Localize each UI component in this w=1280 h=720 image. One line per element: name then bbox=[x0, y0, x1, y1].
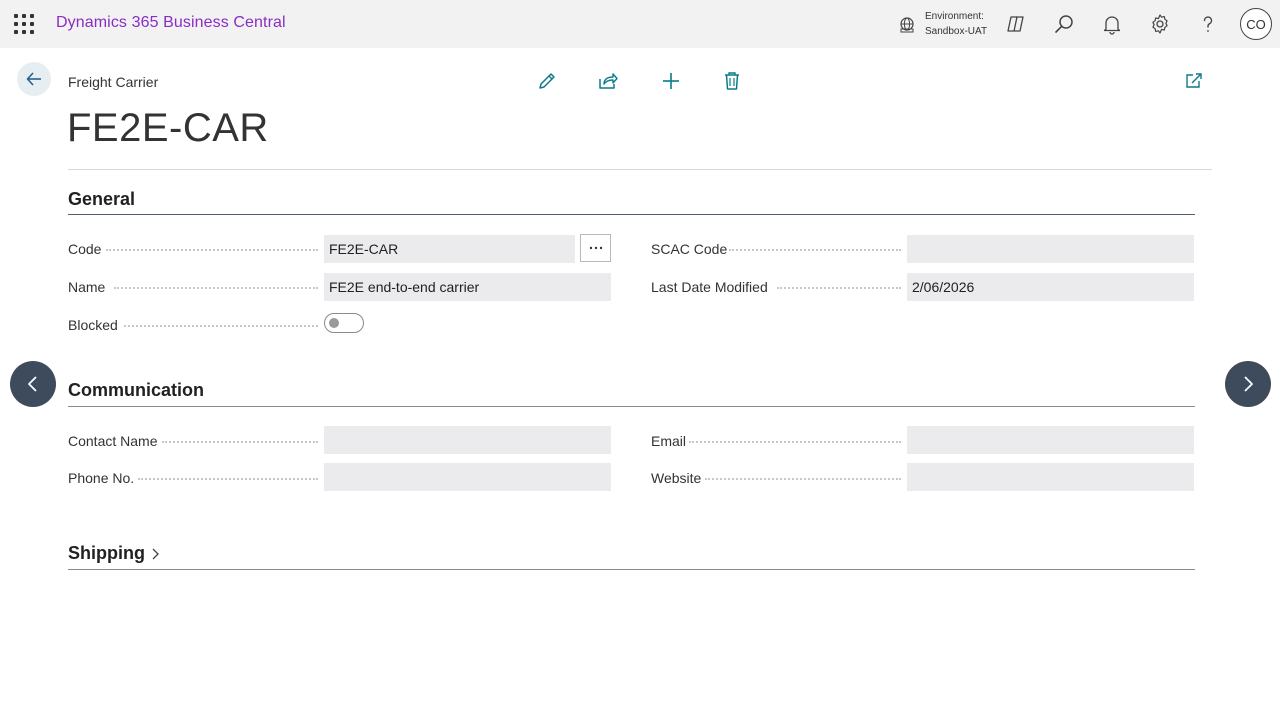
trash-icon[interactable] bbox=[721, 70, 743, 92]
website-label: Website bbox=[651, 470, 702, 486]
blocked-label: Blocked bbox=[68, 317, 118, 333]
bell-icon[interactable] bbox=[1100, 12, 1124, 36]
chevron-right-icon bbox=[1244, 376, 1253, 392]
more-icon bbox=[589, 246, 602, 250]
last-date-modified-label: Last Date Modified bbox=[651, 279, 768, 295]
next-record-button[interactable] bbox=[1225, 361, 1271, 407]
email-label: Email bbox=[651, 433, 687, 449]
section-communication-divider bbox=[68, 406, 1195, 407]
email-field[interactable] bbox=[907, 426, 1194, 454]
website-leader bbox=[705, 478, 901, 480]
phone-leader bbox=[138, 478, 318, 480]
environment-label: Environment: bbox=[925, 11, 984, 22]
code-lookup-button[interactable] bbox=[580, 234, 611, 262]
toggle-knob bbox=[329, 318, 339, 328]
chevron-right-icon bbox=[152, 548, 159, 560]
code-field[interactable]: FE2E-CAR bbox=[324, 235, 575, 263]
contact-name-field[interactable] bbox=[324, 426, 611, 454]
open-in-new-window-icon[interactable] bbox=[1183, 70, 1205, 92]
blocked-toggle[interactable] bbox=[324, 313, 364, 333]
back-button[interactable] bbox=[17, 62, 51, 96]
page-title: FE2E-CAR bbox=[67, 106, 269, 150]
chevron-left-icon bbox=[28, 376, 37, 392]
app-launcher-icon[interactable] bbox=[14, 14, 34, 34]
app-title[interactable]: Dynamics 365 Business Central bbox=[56, 14, 286, 32]
contact-name-leader bbox=[162, 441, 318, 443]
help-icon[interactable] bbox=[1196, 12, 1220, 36]
name-leader bbox=[114, 287, 318, 289]
name-label: Name bbox=[68, 279, 106, 295]
email-leader bbox=[689, 441, 901, 443]
last-date-modified-field[interactable]: 2/06/2026 bbox=[907, 273, 1194, 301]
environment-indicator[interactable]: Environment: Sandbox-UAT bbox=[898, 8, 988, 40]
share-icon[interactable] bbox=[597, 70, 619, 92]
scac-code-field[interactable] bbox=[907, 235, 1194, 263]
copilot-icon[interactable] bbox=[1004, 12, 1028, 36]
blocked-leader bbox=[124, 325, 318, 327]
section-shipping-label: Shipping bbox=[68, 543, 145, 563]
environment-icon bbox=[900, 17, 914, 33]
search-icon[interactable] bbox=[1052, 12, 1076, 36]
last-date-modified-leader bbox=[777, 287, 901, 289]
code-leader bbox=[106, 249, 318, 251]
phone-field[interactable] bbox=[324, 463, 611, 491]
environment-value: Sandbox-UAT bbox=[925, 26, 988, 37]
scac-code-leader bbox=[729, 249, 901, 251]
section-communication-title[interactable]: Communication bbox=[68, 380, 204, 401]
phone-label: Phone No. bbox=[68, 470, 135, 486]
previous-record-button[interactable] bbox=[10, 361, 56, 407]
top-bar: Dynamics 365 Business Central Environmen… bbox=[0, 0, 1280, 48]
website-field[interactable] bbox=[907, 463, 1194, 491]
section-general-title[interactable]: General bbox=[68, 189, 135, 210]
code-label: Code bbox=[68, 241, 102, 257]
pencil-icon[interactable] bbox=[536, 70, 558, 92]
user-avatar[interactable]: CO bbox=[1240, 8, 1272, 40]
section-shipping-title[interactable]: Shipping bbox=[68, 543, 161, 564]
plus-icon[interactable] bbox=[660, 70, 682, 92]
header-divider bbox=[68, 169, 1212, 170]
entity-name: Freight Carrier bbox=[68, 74, 159, 90]
back-arrow-icon bbox=[26, 72, 41, 86]
section-shipping-divider bbox=[68, 569, 1195, 570]
name-field[interactable]: FE2E end-to-end carrier bbox=[324, 273, 611, 301]
scac-code-label: SCAC Code bbox=[651, 241, 728, 257]
section-general-divider bbox=[68, 214, 1195, 215]
contact-name-label: Contact Name bbox=[68, 433, 158, 449]
gear-icon[interactable] bbox=[1148, 12, 1172, 36]
